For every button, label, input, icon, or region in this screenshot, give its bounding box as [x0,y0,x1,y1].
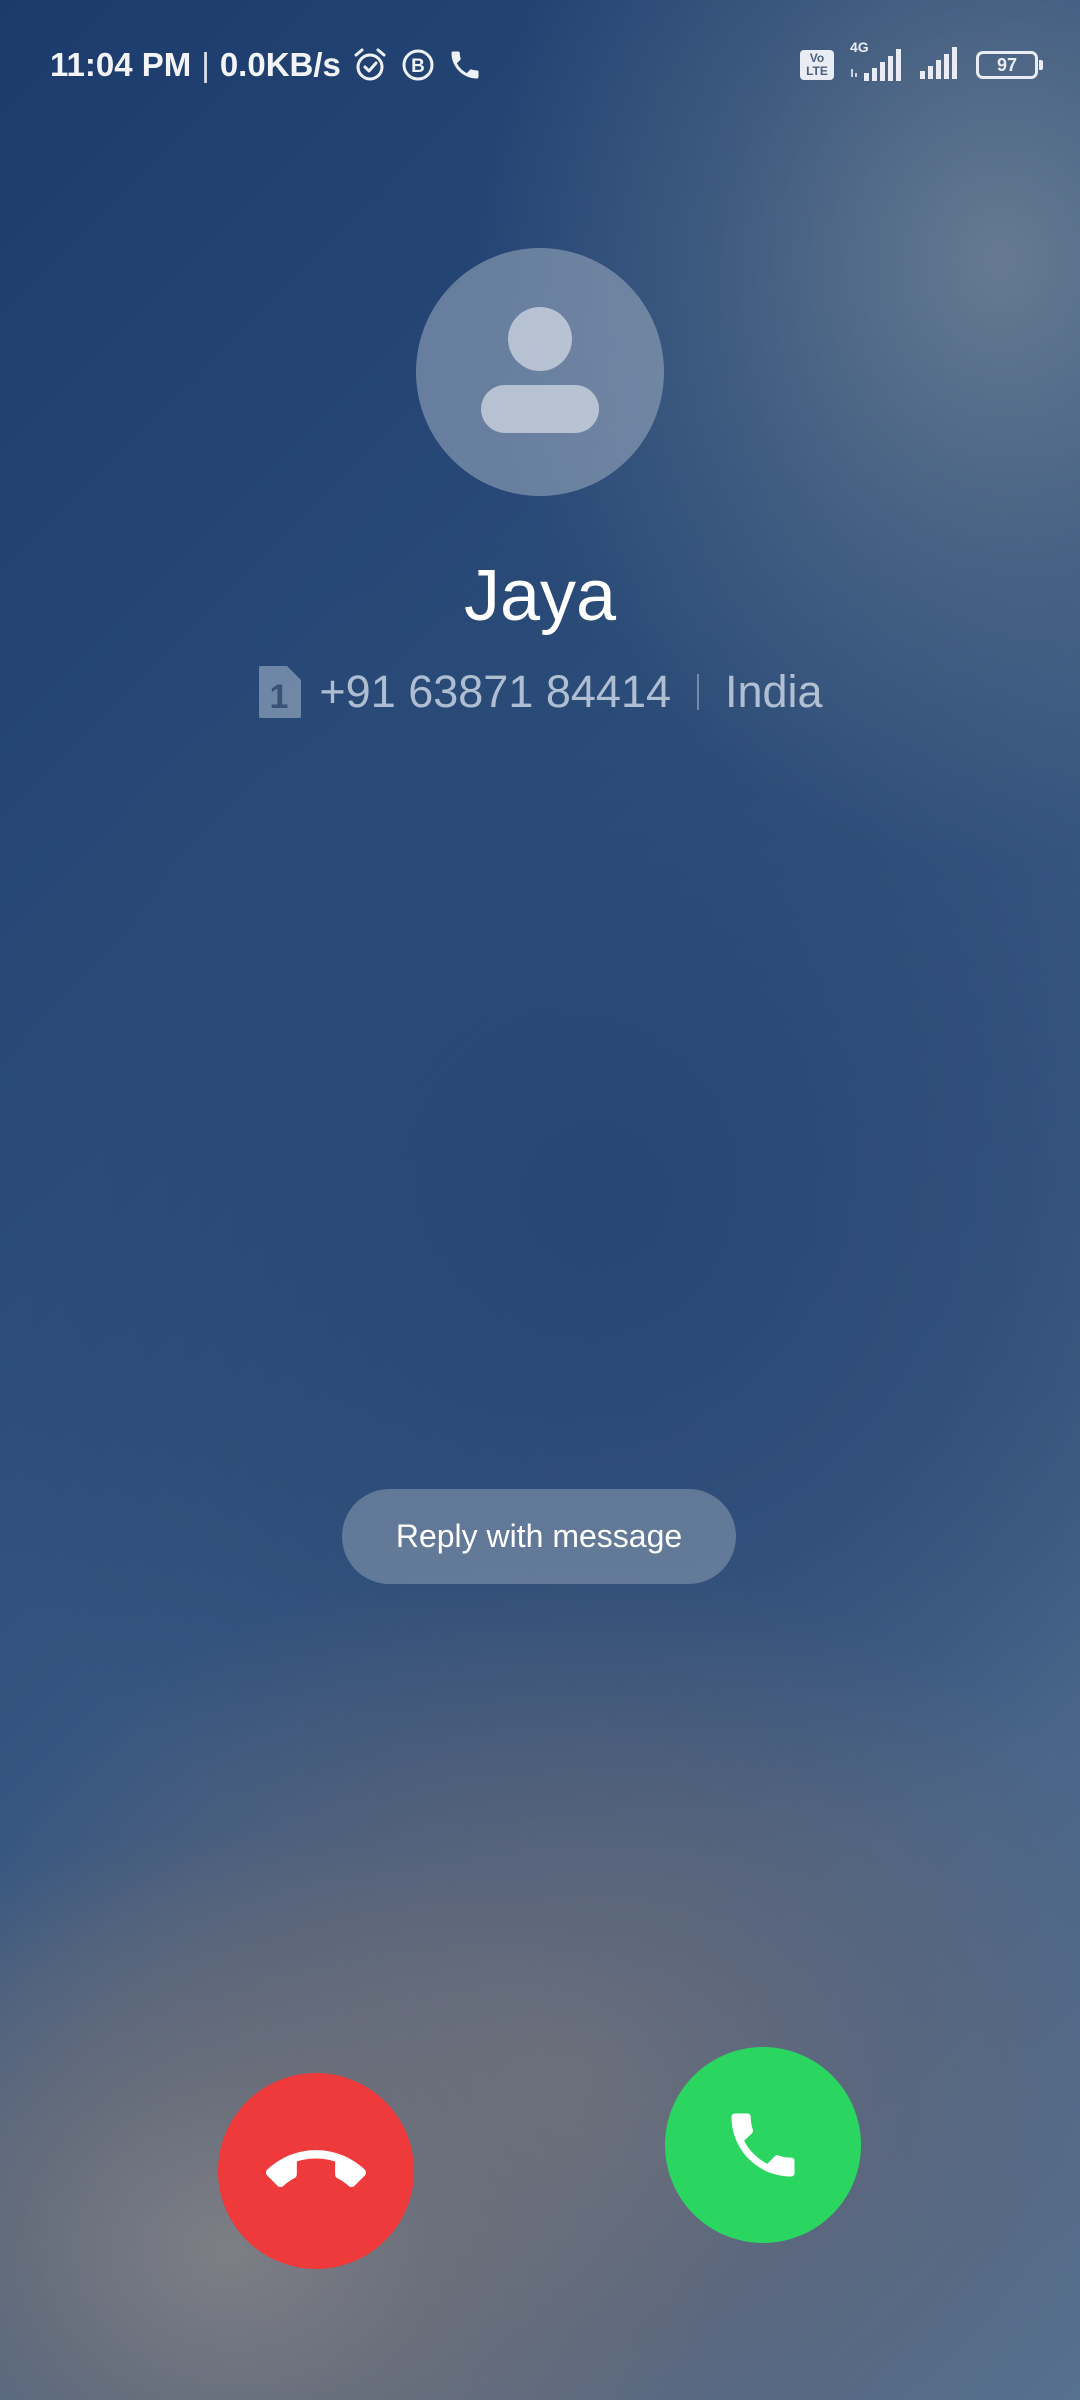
phone-icon [447,47,483,83]
hang-up-icon [266,2150,366,2188]
sim-slot-number: 1 [270,678,289,716]
volte-bottom: LTE [806,64,828,78]
alarm-icon [351,46,389,84]
reply-button-label: Reply with message [395,1518,683,1554]
volte-icon: Vo LTE [800,50,834,80]
decline-call-button[interactable] [218,2073,414,2269]
caller-number: +91 63871 84414 [319,666,671,717]
info-divider [697,674,699,710]
battery-level: 97 [996,54,1018,75]
caller-name: Jaya [463,556,617,636]
person-icon [481,307,599,433]
status-right: Vo LTE 4G 97 [800,39,1043,90]
battery-icon: 97 [976,51,1043,79]
status-bar: 11:04 PM | 0.0KB/s B Vo LTE 4G 97 [0,0,1080,130]
phone-icon [731,2113,795,2177]
network-speed: 0.0KB/s [219,46,341,83]
signal-sim1-icon: 4G [848,39,904,85]
b-badge-icon: B [399,46,437,84]
caller-info: 1 +91 63871 84414 India [0,660,1080,724]
network-type: 4G [850,39,869,55]
caller-location: India [725,666,823,717]
reply-with-message-button[interactable]: Reply with message [342,1489,736,1584]
answer-call-button[interactable] [665,2047,861,2243]
status-left: 11:04 PM | 0.0KB/s B [50,40,483,90]
svg-text:B: B [411,56,425,77]
status-time: 11:04 PM [50,46,192,83]
caller-avatar [416,248,664,496]
status-separator: | [201,46,210,83]
signal-sim2-icon [918,45,962,86]
sim-card-icon: 1 [257,666,302,718]
